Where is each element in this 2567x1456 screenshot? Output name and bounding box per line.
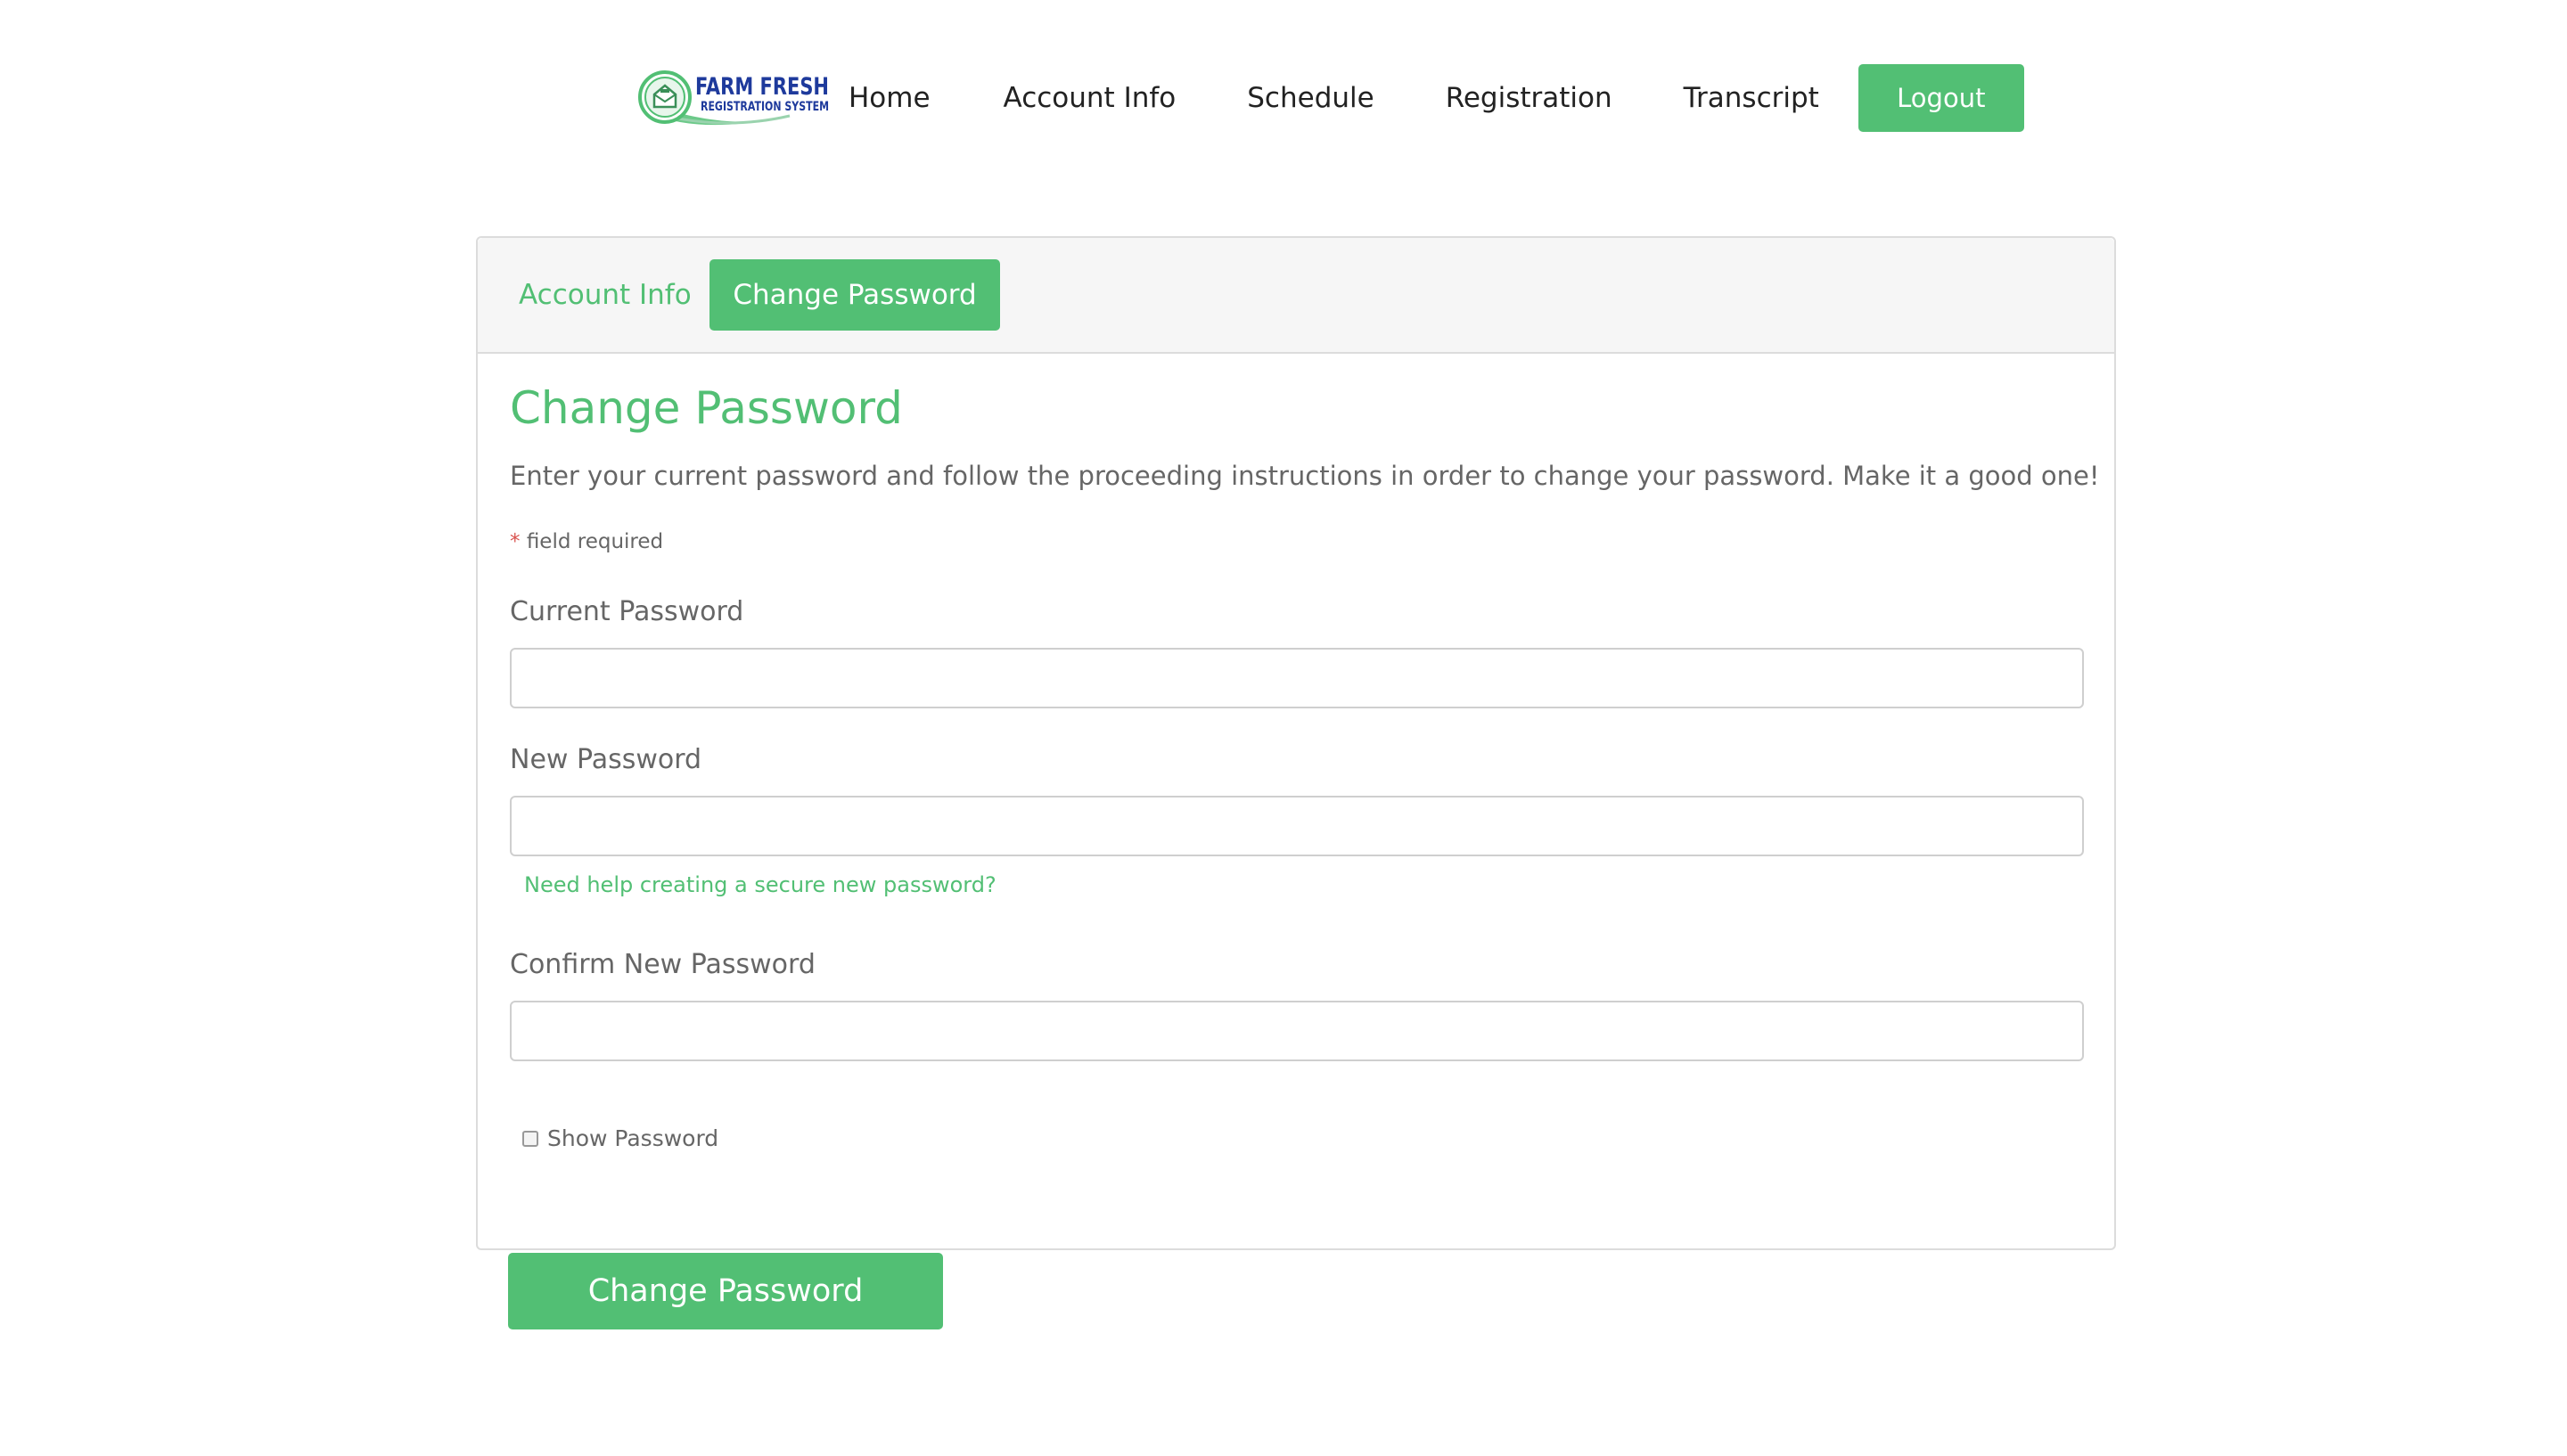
logout-button[interactable]: Logout [1858,64,2024,132]
change-password-button[interactable]: Change Password [508,1253,943,1329]
nav-registration[interactable]: Registration [1446,82,1612,114]
page-title: Change Password [510,382,903,434]
current-password-label: Current Password [510,596,744,627]
confirm-password-input[interactable] [510,1001,2084,1061]
nav-account-info[interactable]: Account Info [1004,82,1177,114]
current-password-input[interactable] [510,648,2084,708]
farm-fresh-logo[interactable]: FARM FRESH REGISTRATION SYSTEM [638,64,832,132]
show-password-label: Show Password [547,1125,719,1151]
logo-text-main: FARM FRESH [695,73,829,101]
required-asterisk: * [510,530,521,553]
required-text: field required [526,530,664,553]
nav-transcript[interactable]: Transcript [1684,82,1819,114]
barn-envelope-icon: FARM FRESH REGISTRATION SYSTEM [638,70,829,126]
new-password-input[interactable] [510,796,2084,856]
change-password-card: Account Info Change Password Change Pass… [476,236,2116,1329]
tab-account-info[interactable]: Account Info [519,259,692,331]
required-note: * field required [510,530,663,553]
logo-text-sub: REGISTRATION SYSTEM [701,100,829,114]
password-help-link[interactable]: Need help creating a secure new password… [524,872,996,897]
nav-home[interactable]: Home [849,82,931,114]
show-password-checkbox[interactable] [522,1130,538,1147]
nav-schedule[interactable]: Schedule [1247,82,1374,114]
tab-change-password[interactable]: Change Password [709,259,1000,331]
intro-text: Enter your current password and follow t… [510,461,2100,491]
card-tab-bar: Account Info Change Password [478,238,2114,354]
new-password-label: New Password [510,744,702,775]
confirm-password-label: Confirm New Password [510,949,816,980]
show-password-toggle[interactable]: Show Password [522,1125,718,1151]
top-navigation: FARM FRESH REGISTRATION SYSTEM Home Acco… [638,64,2024,132]
